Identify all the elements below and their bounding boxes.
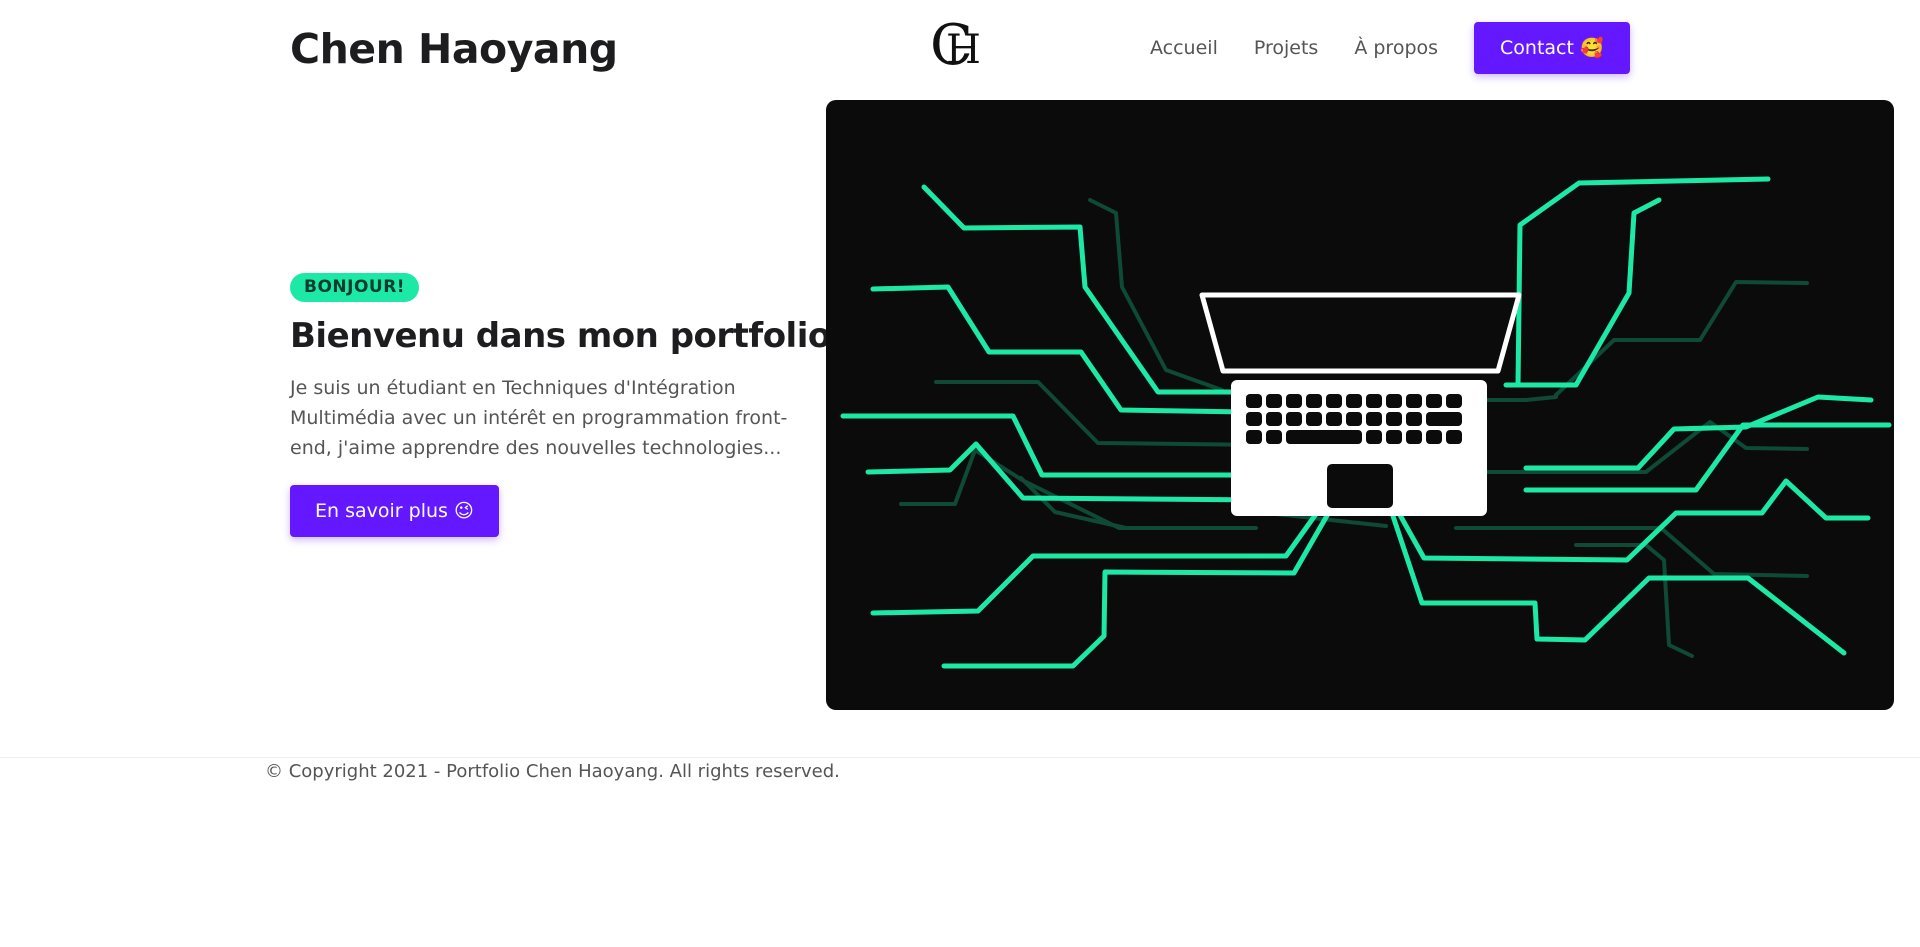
footer-divider (0, 757, 1920, 758)
hero-description: Je suis un étudiant en Techniques d'Inté… (290, 377, 788, 459)
footer-copyright: © Copyright 2021 - Portfolio Chen Haoyan… (265, 761, 840, 782)
hero-heading: Bienvenu dans mon portfolio! (290, 316, 846, 356)
laptop-circuit-illustration (826, 100, 1894, 710)
logo-letter-h: H (946, 27, 981, 73)
nav-link-accueil[interactable]: Accueil (1150, 37, 1218, 59)
logo[interactable]: C H (928, 16, 988, 78)
page: Chen Haoyang C H Accueil Projets À propo… (0, 0, 1920, 947)
nav-link-projets[interactable]: Projets (1254, 37, 1318, 59)
laptop (1199, 292, 1522, 516)
laptop-circuit-icon (840, 176, 1892, 669)
main-nav: Accueil Projets À propos Contact 🥰 (1150, 22, 1630, 74)
greeting-badge: BONJOUR! (290, 273, 420, 302)
learn-more-button[interactable]: En savoir plus 😉 (290, 485, 499, 537)
nav-link-a-propos[interactable]: À propos (1354, 37, 1438, 59)
site-title[interactable]: Chen Haoyang (290, 20, 618, 78)
contact-button[interactable]: Contact 🥰 (1474, 22, 1630, 74)
